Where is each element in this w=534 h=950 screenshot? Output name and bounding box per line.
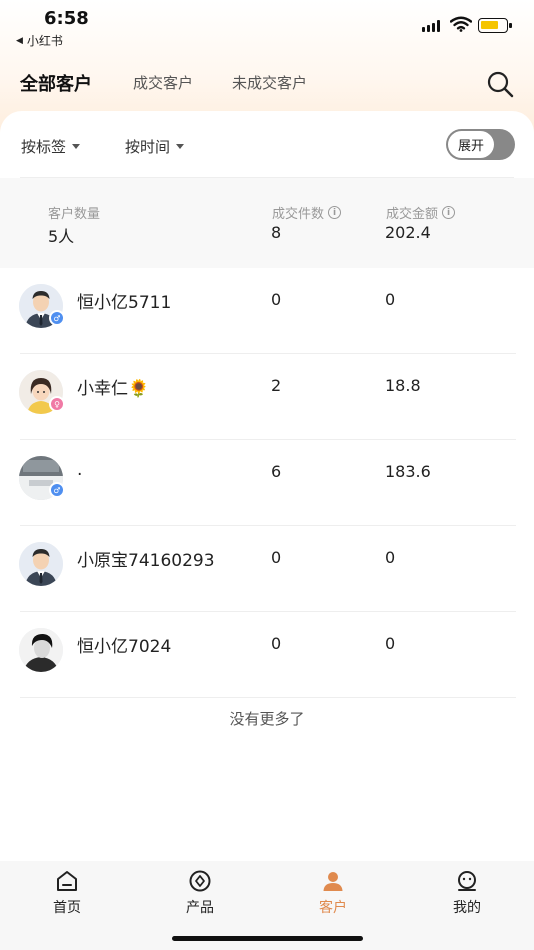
home-indicator bbox=[172, 936, 363, 941]
customer-amount: 0 bbox=[385, 634, 396, 653]
customer-deals: 0 bbox=[271, 634, 282, 653]
nav-products[interactable]: 产品 bbox=[155, 869, 245, 917]
chevron-down-icon bbox=[72, 144, 81, 149]
filter-row: 按标签 按时间 展开 bbox=[0, 111, 534, 177]
male-gender-icon: ♂ bbox=[49, 482, 65, 498]
customer-deals: 0 bbox=[271, 290, 282, 309]
status-bar: 6:58 ◀ 小红书 bbox=[0, 0, 534, 56]
tab-all-customers[interactable]: 全部客户 bbox=[20, 70, 92, 96]
customers-count-label: 客户数量 bbox=[48, 207, 101, 222]
back-triangle-icon: ◀ bbox=[16, 35, 23, 46]
deal-amount-label: 成交金额 i bbox=[386, 203, 456, 222]
male-gender-icon: ♂ bbox=[49, 310, 65, 326]
nav-customers[interactable]: 客户 bbox=[288, 869, 378, 917]
deal-amount-label-text: 成交金额 bbox=[386, 207, 439, 222]
avatar bbox=[19, 542, 63, 586]
avatar bbox=[19, 628, 63, 672]
customer-row[interactable]: 恒小亿7024 0 0 bbox=[0, 612, 534, 698]
customer-name: . bbox=[77, 460, 83, 480]
customer-panel: 按标签 按时间 展开 客户数量 5人 成交件数 i 8 成交金额 i 202.4 bbox=[0, 111, 534, 861]
filter-time-label: 按时间 bbox=[125, 138, 171, 156]
back-app-label: 小红书 bbox=[26, 34, 63, 48]
back-to-app-link[interactable]: ◀ 小红书 bbox=[16, 32, 63, 49]
profile-icon bbox=[458, 871, 476, 891]
nav-customers-label: 客户 bbox=[319, 900, 347, 916]
filter-by-tag[interactable]: 按标签 bbox=[21, 136, 81, 157]
nav-profile[interactable]: 我的 bbox=[422, 869, 512, 917]
cellular-signal-icon bbox=[422, 20, 440, 32]
customer-amount: 183.6 bbox=[385, 462, 431, 481]
customer-row[interactable]: ♂ 恒小亿5711 0 0 bbox=[0, 268, 534, 354]
customer-row[interactable]: ♀ 小幸仁🌻 2 18.8 bbox=[0, 354, 534, 440]
expand-toggle-label: 展开 bbox=[448, 131, 494, 158]
customer-name: 恒小亿7024 bbox=[77, 637, 172, 657]
customer-name: 恒小亿5711 bbox=[77, 293, 172, 313]
customer-amount: 0 bbox=[385, 290, 396, 309]
customer-deals: 0 bbox=[271, 548, 282, 567]
nav-profile-label: 我的 bbox=[453, 900, 481, 916]
info-icon[interactable]: i bbox=[442, 206, 456, 219]
female-gender-icon: ♀ bbox=[49, 396, 65, 412]
filter-by-time[interactable]: 按时间 bbox=[125, 136, 185, 157]
tab-unclosed-customers[interactable]: 未成交客户 bbox=[232, 72, 307, 93]
summary-stats: 客户数量 5人 成交件数 i 8 成交金额 i 202.4 bbox=[0, 178, 534, 268]
customer-list: ♂ 恒小亿5711 0 0 ♀ 小幸仁🌻 2 18.8 ♂ . 6 183.6 … bbox=[0, 268, 534, 698]
chevron-down-icon bbox=[176, 144, 185, 149]
search-icon[interactable] bbox=[486, 70, 514, 98]
customer-name: 小原宝74160293 bbox=[77, 551, 215, 571]
deal-amount-value: 202.4 bbox=[385, 223, 431, 242]
customer-tabs: 全部客户 成交客户 未成交客户 bbox=[0, 64, 534, 104]
battery-icon bbox=[478, 18, 512, 33]
customer-icon bbox=[323, 872, 343, 891]
customers-count-value: 5人 bbox=[48, 227, 75, 246]
wifi-icon bbox=[450, 16, 472, 32]
nav-home-label: 首页 bbox=[53, 900, 81, 916]
customer-deals: 2 bbox=[271, 376, 282, 395]
customer-name: 小幸仁🌻 bbox=[77, 379, 150, 399]
customer-amount: 0 bbox=[385, 548, 396, 567]
status-time: 6:58 bbox=[44, 8, 89, 29]
deals-count-value: 8 bbox=[271, 223, 282, 242]
no-more-text: 没有更多了 bbox=[229, 710, 305, 728]
nav-home[interactable]: 首页 bbox=[22, 869, 112, 917]
info-icon[interactable]: i bbox=[328, 206, 342, 219]
nav-products-label: 产品 bbox=[186, 900, 214, 916]
customer-row[interactable]: ♂ . 6 183.6 bbox=[0, 440, 534, 526]
customer-amount: 18.8 bbox=[385, 376, 421, 395]
home-icon bbox=[57, 871, 77, 891]
filter-tag-label: 按标签 bbox=[21, 138, 67, 156]
customer-row[interactable]: 小原宝74160293 0 0 bbox=[0, 526, 534, 612]
product-icon bbox=[189, 870, 211, 892]
customer-deals: 6 bbox=[271, 462, 282, 481]
deals-count-label: 成交件数 i bbox=[272, 203, 342, 222]
expand-toggle[interactable]: 展开 bbox=[446, 129, 515, 160]
deals-count-label-text: 成交件数 bbox=[272, 207, 325, 222]
tab-closed-customers[interactable]: 成交客户 bbox=[133, 72, 193, 93]
